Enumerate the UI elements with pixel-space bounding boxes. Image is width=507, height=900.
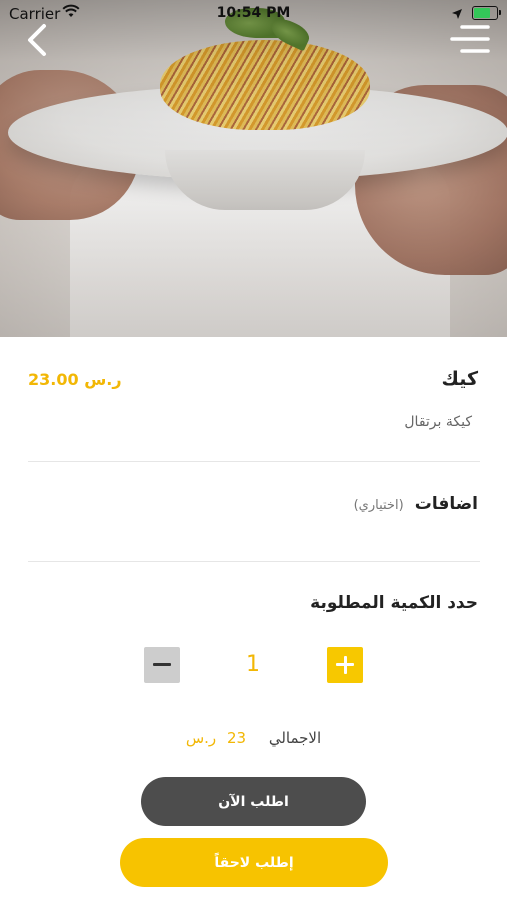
menu-icon [450,25,490,53]
total-currency: ر.س [185,729,217,747]
order-now-label: اطلب الآن [218,793,289,810]
minus-icon [153,663,171,666]
addons-section[interactable]: اضافات (اختياري) [354,494,478,514]
decrease-quantity-button[interactable] [144,647,180,683]
divider [28,461,480,462]
order-now-button[interactable]: اطلب الآن [141,777,366,826]
product-name: كيك [441,368,479,390]
total-label: الاجمالي [268,729,322,747]
status-bar: Carrier 10:54 PM [0,0,507,26]
chevron-left-icon [28,24,46,56]
total-amount: 23 [226,729,247,747]
product-header: كيك 23.00 ر.س [28,368,478,398]
back-button[interactable] [20,22,56,58]
order-later-button[interactable]: إطلب لاحقاً [120,838,388,887]
battery-icon [472,6,501,20]
addons-optional-label: (اختياري) [353,498,404,513]
product-image [0,0,507,337]
divider [28,561,480,562]
order-later-label: إطلب لاحقاً [214,854,294,871]
quantity-title: حدد الكمية المطلوبة [310,593,478,613]
product-description: كيكة برتقال [404,414,472,430]
increase-quantity-button[interactable] [327,647,363,683]
menu-button[interactable] [448,22,490,56]
addons-title: اضافات [414,494,478,514]
quantity-value: 1 [246,652,260,677]
clock: 10:54 PM [216,5,291,21]
product-price: 23.00 ر.س [28,370,122,389]
total-row: الاجمالي 23 ر.س [0,729,507,747]
